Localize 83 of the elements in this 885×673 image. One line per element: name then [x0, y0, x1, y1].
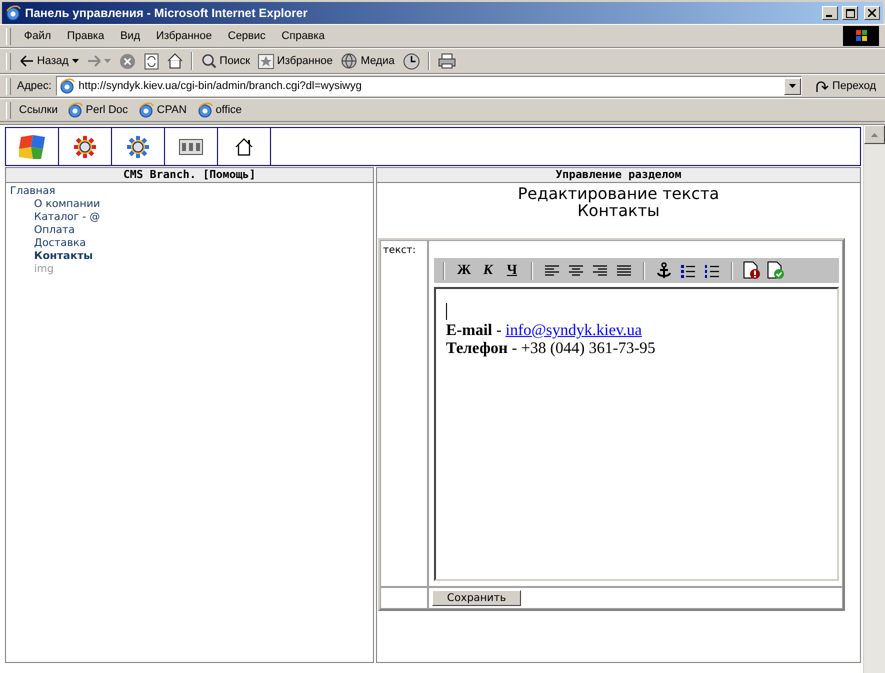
justify-icon — [616, 264, 632, 276]
back-button[interactable]: Назад — [17, 53, 82, 69]
links-label: Ссылки — [19, 104, 59, 116]
favorites-button[interactable]: Избранное — [255, 52, 336, 70]
panel-header: Управление разделом — [377, 168, 860, 183]
scroll-up-button[interactable] — [864, 125, 885, 144]
document-check-icon — [767, 261, 785, 280]
home-icon — [166, 53, 183, 69]
maximize-button[interactable] — [842, 6, 858, 20]
caret-icon — [789, 84, 796, 88]
menu-item[interactable]: Избранное — [149, 28, 219, 44]
stop-icon — [118, 52, 136, 70]
page-icon — [66, 102, 83, 118]
editor-area[interactable]: E-mail - info@syndyk.kiev.ua Телефон - +38 (044) 361-73-95 — [434, 287, 839, 581]
house-icon — [235, 138, 253, 156]
menu-item[interactable]: Сервис — [220, 28, 273, 44]
page-icon — [138, 102, 154, 118]
menu-item[interactable]: Справка — [274, 28, 332, 44]
close-button[interactable] — [864, 6, 880, 20]
window-title: Панель управления - Microsoft Internet Explorer — [25, 6, 308, 20]
tree-item[interactable]: Главная — [10, 185, 56, 197]
underline-button[interactable]: Ч — [502, 260, 522, 280]
counter-icon — [179, 138, 203, 154]
refresh-icon — [144, 52, 159, 70]
align-center-icon — [568, 264, 584, 276]
text-line: E-mail - info@syndyk.kiev.ua — [446, 322, 643, 340]
save-button[interactable]: Сохранить — [432, 590, 522, 606]
up-arrow-icon — [871, 132, 878, 136]
align-left-icon — [544, 264, 560, 276]
align-right-icon — [592, 264, 608, 276]
star-icon — [258, 54, 274, 68]
accept-button[interactable] — [766, 260, 786, 280]
cancel-button[interactable] — [742, 260, 762, 280]
text-cursor — [446, 303, 447, 320]
bold-button[interactable]: Ж — [454, 260, 474, 280]
italic-button[interactable]: К — [478, 260, 498, 280]
windows-logo-icon — [843, 26, 879, 46]
go-arrow-icon — [815, 79, 830, 93]
link-button[interactable]: CPAN — [134, 100, 190, 120]
menu-item[interactable]: Вид — [113, 28, 148, 44]
anchor-button[interactable] — [654, 260, 674, 280]
page-icon — [58, 78, 75, 94]
ie-logo-icon — [5, 5, 21, 21]
menu-item[interactable]: Правка — [60, 28, 112, 44]
link-button[interactable]: office — [194, 100, 245, 120]
media-button[interactable]: Медиа — [338, 51, 398, 71]
tree-item[interactable]: Каталог - @ — [34, 211, 100, 223]
numbered-list-icon — [704, 264, 720, 278]
maximize-icon — [846, 8, 854, 18]
tree-item[interactable]: Контакты — [34, 250, 93, 262]
forward-arrow-icon — [86, 55, 101, 67]
search-button[interactable]: Поиск — [198, 51, 254, 71]
caret-icon — [104, 59, 111, 63]
anchor-icon — [656, 262, 672, 279]
page-heading: Редактирование текста — [518, 184, 720, 203]
tree-item[interactable]: О компании — [34, 198, 100, 210]
menu-item[interactable]: Файл — [17, 28, 58, 44]
panel-header: CMS Branch. [Помощь] — [6, 168, 373, 183]
search-icon — [200, 53, 217, 69]
page-heading: Контакты — [577, 201, 660, 220]
tree-item[interactable]: Оплата — [34, 224, 75, 236]
caret-icon — [72, 59, 79, 63]
dropdown-button[interactable] — [784, 78, 802, 94]
bullet-list-icon — [680, 264, 696, 278]
clock-icon — [402, 52, 420, 70]
go-button[interactable]: Переход — [812, 77, 879, 95]
back-arrow-icon — [20, 55, 34, 67]
close-icon — [868, 9, 876, 17]
field-label: текст: — [383, 245, 416, 256]
gear-icon — [74, 136, 96, 158]
minimize-button[interactable] — [822, 6, 838, 20]
email-link[interactable]: info@syndyk.kiev.ua — [506, 322, 642, 339]
text-line: Телефон - +38 (044) 361-73-95 — [446, 340, 656, 358]
link-button[interactable]: Perl Doc — [64, 100, 131, 120]
address-field[interactable]: http://syndyk.kiev.ua/cgi-bin/admin/branch.cgi?dl=wysiwyg — [56, 76, 802, 96]
page-icon — [196, 102, 213, 118]
gear-icon — [127, 136, 149, 158]
address-label: Адрес: — [17, 80, 53, 92]
tree-item[interactable]: Доставка — [34, 237, 86, 249]
printer-icon — [438, 53, 456, 69]
puzzle-icon — [17, 132, 47, 160]
globe-icon — [340, 53, 358, 69]
document-error-icon — [743, 261, 761, 280]
